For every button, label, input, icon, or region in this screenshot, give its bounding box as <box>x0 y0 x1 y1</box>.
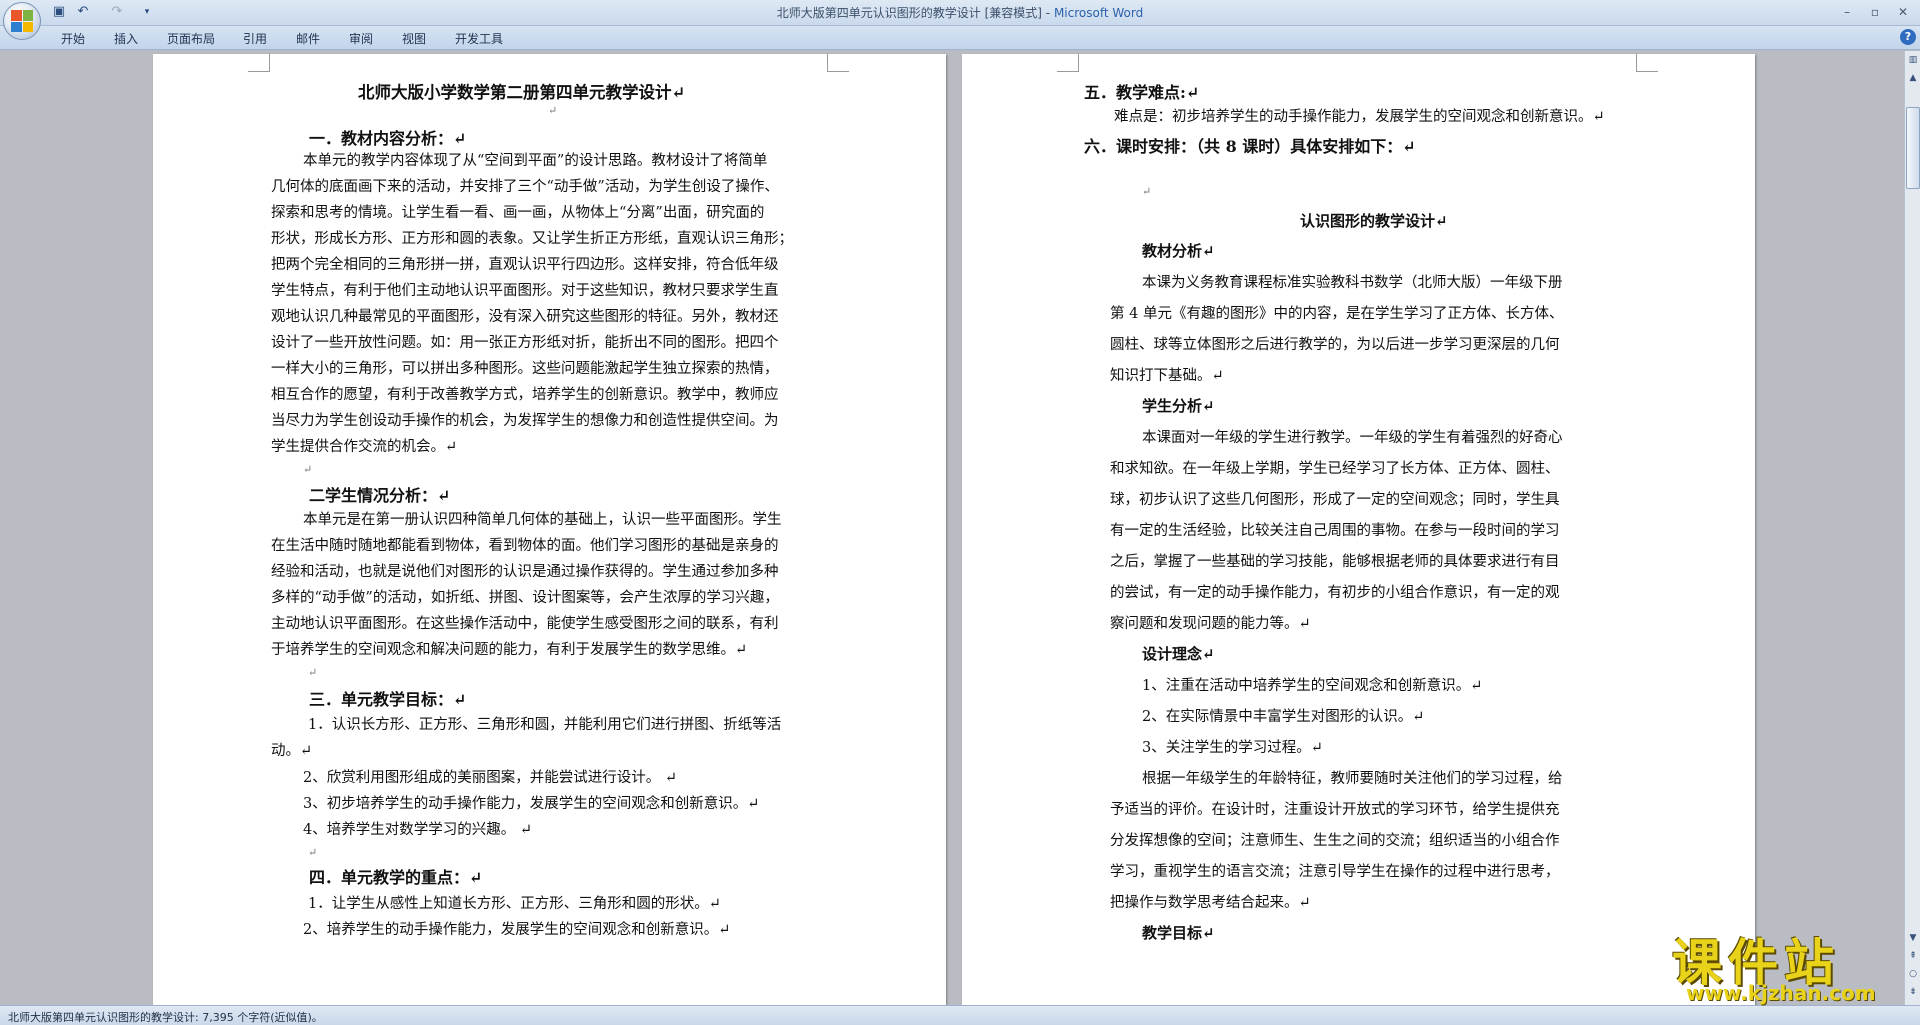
ruler-toggle-icon[interactable]: ▥ <box>1906 53 1920 67</box>
document-workspace: 北师大版小学数学第二册第四单元教学设计↵ ↵ 一．教材内容分析：↵ 本单元的教学… <box>0 51 1904 1005</box>
crop-mark <box>1636 54 1658 72</box>
office-button[interactable] <box>3 2 41 40</box>
body-line: 和求知欲。在一年级上学期，学生已经学习了长方体、正方体、圆柱、 <box>1110 461 1560 477</box>
body-line: 分发挥想像的空间；注意师生、生生之间的交流；组织适当的小组合作 <box>1110 833 1560 849</box>
body-line: 予适当的评价。在设计时，注重设计开放式的学习环节，给学生提供充 <box>1110 802 1560 818</box>
section-heading: 五．教学难点:↵ <box>1084 83 1200 102</box>
tab-review[interactable]: 审阅 <box>349 30 373 47</box>
title-separator: - <box>1041 6 1054 20</box>
body-line: 4、培养学生对数学学习的兴趣。 ↵ <box>303 822 532 838</box>
body-line: 学习，重视学生的语言交流；注意引导学生在操作的过程中进行思考， <box>1110 864 1560 880</box>
body-line: 2、培养学生的动手操作能力，发展学生的空间观念和创新意识。↵ <box>303 922 731 938</box>
body-line: 之后，掌握了一些基础的学习技能，能够根据老师的具体要求进行有目 <box>1110 554 1560 570</box>
body-line: 把两个完全相同的三角形拼一拼，直观认识平行四边形。这样安排，符合低年级 <box>271 257 779 273</box>
page-right[interactable]: 五．教学难点:↵ 难点是：初步培养学生的动手操作能力，发展学生的空间观念和创新意… <box>962 54 1755 1005</box>
crop-mark <box>827 54 849 72</box>
status-bar: 北师大版第四单元认识图形的教学设计: 7,395 个字符(近似值)。 <box>0 1005 1920 1025</box>
body-line: 当尽力为学生创设动手操作的机会，为发挥学生的想像力和创造性提供空间。为 <box>271 413 779 429</box>
paragraph-mark: ↵ <box>308 666 318 679</box>
body-line: 根据一年级学生的年龄特征，教师要随时关注他们的学习过程，给 <box>1142 771 1563 787</box>
body-line: 3、初步培养学生的动手操作能力，发展学生的空间观念和创新意识。↵ <box>303 796 760 812</box>
paragraph-mark: ↵ <box>1142 185 1152 198</box>
tab-mailings[interactable]: 邮件 <box>296 30 320 47</box>
list-item: 3、关注学生的学习过程。↵ <box>1142 740 1323 756</box>
body-line: 经验和活动，也就是说他们对图形的认识是通过操作获得的。学生通过参加多种 <box>271 564 779 580</box>
minimize-button[interactable]: – <box>1834 2 1860 22</box>
body-line: 本课为义务教育课程标准实验教科书数学（北师大版）一年级下册 <box>1142 275 1563 291</box>
body-line: 一样大小的三角形，可以拼出多种图形。这些问题能激起学生独立探索的热情， <box>271 361 779 377</box>
ribbon-tabs: 开始 插入 页面布局 引用 邮件 审阅 视图 开发工具 ? <box>0 26 1920 50</box>
body-line: 观地认识几种最常见的平面图形，没有深入研究这些图形的特征。另外，教材还 <box>271 309 779 325</box>
scroll-thumb[interactable] <box>1906 107 1920 189</box>
body-line: 于培养学生的空间观念和解决问题的能力，有利于发展学生的数学思维。↵ <box>271 642 748 658</box>
site-watermark: 课件站 www.kjzhan.com <box>1672 923 1910 1005</box>
window-title: 北师大版第四单元认识图形的教学设计 [兼容模式] - Microsoft Wor… <box>0 4 1920 21</box>
body-line: 的尝试，有一定的动手操作能力，有初步的小组合作意识，有一定的观 <box>1110 585 1560 601</box>
body-line: 1．让学生从感性上知道长方形、正方形、三角形和圆的形状。↵ <box>308 896 721 912</box>
title-bar: ▣ ↶ ↷ ▾ 北师大版第四单元认识图形的教学设计 [兼容模式] - Micro… <box>0 0 1920 26</box>
restore-button[interactable]: ▫ <box>1862 2 1888 22</box>
body-line: 相互合作的愿望，有利于改善教学方式，培养学生的创新意识。教学中，教师应 <box>271 387 779 403</box>
paragraph-mark: ↵ <box>548 104 558 117</box>
office-logo-icon <box>11 10 33 32</box>
body-line: 学生提供合作交流的机会。↵ <box>271 439 458 455</box>
tab-references[interactable]: 引用 <box>243 30 267 47</box>
subheading: 设计理念↵ <box>1142 645 1215 663</box>
body-line: 本单元是在第一册认识四种简单几何体的基础上，认识一些平面图形。学生 <box>303 512 782 528</box>
list-item: 2、在实际情景中丰富学生对图形的认识。↵ <box>1142 709 1425 725</box>
section-heading: 六．课时安排：（共 8 课时）具体安排如下：↵ <box>1084 137 1416 156</box>
body-line: 动。↵ <box>271 743 313 759</box>
document-title: 北师大版小学数学第二册第四单元教学设计↵ <box>358 83 686 102</box>
body-line: 第 4 单元《有趣的图形》中的内容，是在学生学习了正方体、长方体、 <box>1110 306 1564 322</box>
body-line: 察问题和发现问题的能力等。↵ <box>1110 616 1311 632</box>
paragraph-mark: ↵ <box>308 846 318 859</box>
tab-page-layout[interactable]: 页面布局 <box>167 30 215 47</box>
word-count-status[interactable]: 北师大版第四单元认识图形的教学设计: 7,395 个字符(近似值)。 <box>8 1009 323 1025</box>
section-heading: 二学生情况分析：↵ <box>309 486 451 505</box>
plan-title: 认识图形的教学设计↵ <box>1300 212 1448 230</box>
body-line: 球，初步认识了这些几何图形，形成了一定的空间观念；同时，学生具 <box>1110 492 1560 508</box>
page-left[interactable]: 北师大版小学数学第二册第四单元教学设计↵ ↵ 一．教材内容分析：↵ 本单元的教学… <box>153 54 946 1005</box>
body-line: 1．认识长方形、正方形、三角形和圆，并能利用它们进行拼图、折纸等活 <box>308 717 782 733</box>
section-heading: 四．单元教学的重点：↵ <box>309 868 483 887</box>
body-line: 有一定的生活经验，比较关注自己周围的事物。在参与一段时间的学习 <box>1110 523 1560 539</box>
body-line: 设计了一些开放性问题。如：用一张正方形纸对折，能折出不同的图形。把四个 <box>271 335 779 351</box>
body-line: 在生活中随时随地都能看到物体，看到物体的面。他们学习图形的基础是亲身的 <box>271 538 779 554</box>
body-line: 学生特点，有利于他们主动地认识平面图形。对于这些知识，教材只要求学生直 <box>271 283 779 299</box>
body-line: 圆柱、球等立体图形之后进行教学的，为以后进一步学习更深层的几何 <box>1110 337 1560 353</box>
app-name: Microsoft Word <box>1053 6 1144 20</box>
body-line: 探索和思考的情境。让学生看一看、画一画，从物体上“分离”出面，研究面的 <box>271 205 765 221</box>
body-line: 多样的“动手做”的活动，如折纸、拼图、设计图案等，会产生浓厚的学习兴趣， <box>271 590 779 606</box>
body-line: 主动地认识平面图形。在这些操作活动中，能使学生感受图形之间的联系，有利 <box>271 616 779 632</box>
body-line: 本单元的教学内容体现了从“空间到平面”的设计思路。教材设计了将简单 <box>303 153 768 169</box>
tab-insert[interactable]: 插入 <box>114 30 138 47</box>
subheading: 教材分析↵ <box>1142 242 1215 260</box>
crop-mark <box>1057 54 1079 72</box>
subheading: 学生分析↵ <box>1142 397 1215 415</box>
tab-home[interactable]: 开始 <box>61 30 85 47</box>
body-line: 几何体的底面画下来的活动，并安排了三个“动手做”活动，为学生创设了操作、 <box>271 179 779 195</box>
tab-view[interactable]: 视图 <box>402 30 426 47</box>
crop-mark <box>248 54 270 72</box>
subheading: 教学目标↵ <box>1142 924 1215 942</box>
body-line: 难点是：初步培养学生的动手操作能力，发展学生的空间观念和创新意识。↵ <box>1114 109 1605 125</box>
body-line: 2、欣赏利用图形组成的美丽图案，并能尝试进行设计。 ↵ <box>303 770 677 786</box>
section-heading: 三．单元教学目标：↵ <box>309 690 467 709</box>
body-line: 把操作与数学思考结合起来。↵ <box>1110 895 1311 911</box>
document-name: 北师大版第四单元认识图形的教学设计 [兼容模式] <box>776 6 1042 20</box>
body-line: 本课面对一年级的学生进行教学。一年级的学生有着强烈的好奇心 <box>1142 430 1563 446</box>
body-line: 知识打下基础。↵ <box>1110 368 1224 384</box>
watermark-url: www.kjzhan.com <box>1686 981 1876 1005</box>
body-line: 形状，形成长方形、正方形和圆的表象。又让学生折正方形纸，直观认识三角形； <box>271 231 793 247</box>
help-icon[interactable]: ? <box>1900 29 1916 45</box>
paragraph-mark: ↵ <box>303 463 313 476</box>
tab-developer[interactable]: 开发工具 <box>455 30 503 47</box>
section-heading: 一．教材内容分析：↵ <box>309 129 467 148</box>
vertical-scrollbar[interactable]: ▥ ▲ ▼ ⇞ ○ ⇟ <box>1904 51 1920 1005</box>
list-item: 1、注重在活动中培养学生的空间观念和创新意识。↵ <box>1142 678 1483 694</box>
close-button[interactable]: ✕ <box>1890 2 1916 22</box>
scroll-up-icon[interactable]: ▲ <box>1906 71 1920 85</box>
